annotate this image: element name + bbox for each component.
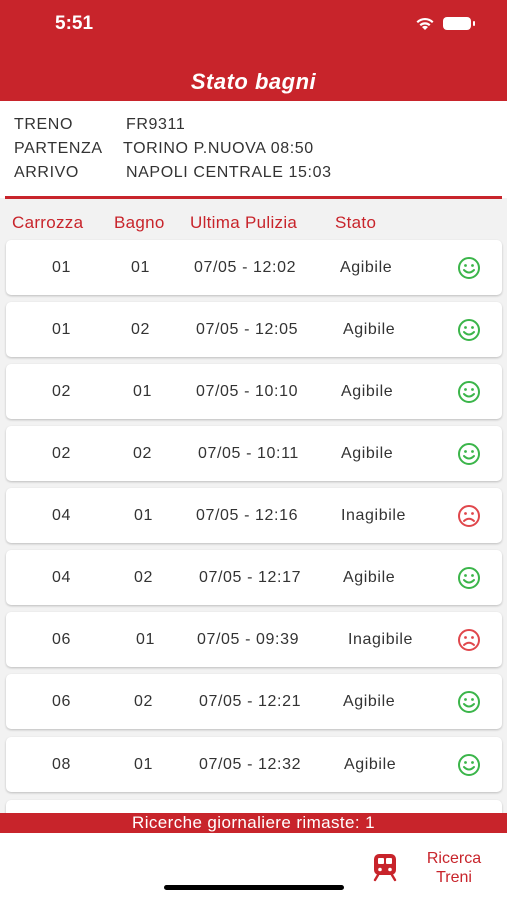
frown-icon xyxy=(458,629,480,651)
column-header-bathroom: Bagno xyxy=(114,213,165,232)
column-header-carriage: Carrozza xyxy=(12,213,84,232)
bathroom-cell: 02 xyxy=(133,445,152,462)
bathroom-list[interactable]: 01 01 07/05 - 12:02 Agibile 01 02 07/05 … xyxy=(0,236,507,813)
status-cell: Agibile xyxy=(341,383,394,400)
smile-icon xyxy=(458,319,480,341)
smile-icon xyxy=(458,691,480,713)
search-trains-label: Ricerca Treni xyxy=(415,849,493,887)
smile-icon xyxy=(458,257,480,279)
list-item[interactable]: 04 02 07/05 - 12:17 Agibile xyxy=(6,550,502,605)
app-header: 5:51 Stato bagni xyxy=(0,0,507,101)
last-cleaning-cell: 07/05 - 12:02 xyxy=(194,259,297,276)
remaining-searches-banner: Ricerche giornaliere rimaste: 1 xyxy=(0,813,507,833)
list-item[interactable]: 06 02 07/05 - 12:21 Agibile xyxy=(6,674,502,729)
list-item[interactable]: 01 01 07/05 - 12:02 Agibile xyxy=(6,240,502,295)
bathroom-cell: 01 xyxy=(134,756,153,773)
smile-icon xyxy=(458,567,480,589)
smile-icon xyxy=(458,443,480,465)
departure-row: PARTENZA TORINO P.NUOVA 08:50 xyxy=(14,140,313,158)
status-cell: Inagibile xyxy=(348,631,414,648)
column-header-status: Stato xyxy=(335,213,377,232)
status-cell: Agibile xyxy=(343,569,396,586)
status-cell: Agibile xyxy=(344,756,397,773)
list-item[interactable]: 06 01 07/05 - 09:39 Inagibile xyxy=(6,612,502,667)
train-label: TRENO xyxy=(14,116,73,133)
search-trains-label-line1: Ricerca xyxy=(426,850,482,867)
last-cleaning-cell: 07/05 - 12:17 xyxy=(199,569,302,586)
status-cell: Agibile xyxy=(343,321,396,338)
status-bar-time: 5:51 xyxy=(55,13,94,34)
last-cleaning-cell: 07/05 - 12:21 xyxy=(199,693,302,710)
departure-value: TORINO P.NUOVA 08:50 xyxy=(123,140,314,157)
status-cell: Agibile xyxy=(343,693,396,710)
page-title: Stato bagni xyxy=(190,69,317,94)
carriage-cell: 01 xyxy=(52,321,71,338)
wifi-icon xyxy=(416,17,434,30)
smile-icon xyxy=(458,381,480,403)
train-number: FR9311 xyxy=(126,116,186,133)
arrival-label: ARRIVO xyxy=(14,164,79,181)
last-cleaning-cell: 07/05 - 09:39 xyxy=(197,631,300,648)
status-bar-icons xyxy=(415,15,475,31)
bathroom-cell: 01 xyxy=(134,507,153,524)
list-item[interactable]: 02 02 07/05 - 10:11 Agibile xyxy=(6,426,502,481)
status-cell: Agibile xyxy=(341,445,394,462)
bathroom-cell: 01 xyxy=(131,259,150,276)
carriage-cell: 06 xyxy=(52,693,71,710)
last-cleaning-cell: 07/05 - 12:32 xyxy=(199,756,302,773)
last-cleaning-cell: 07/05 - 10:10 xyxy=(196,383,299,400)
train-icon xyxy=(373,854,397,882)
bathroom-cell: 02 xyxy=(134,569,153,586)
departure-label: PARTENZA xyxy=(14,140,103,157)
column-header-last-cleaning: Ultima Pulizia xyxy=(190,213,298,232)
battery-icon xyxy=(443,16,475,30)
last-cleaning-cell: 07/05 - 10:11 xyxy=(198,445,299,462)
carriage-cell: 01 xyxy=(52,259,71,276)
carriage-cell: 04 xyxy=(52,569,71,586)
list-item[interactable] xyxy=(6,800,502,813)
list-item[interactable]: 02 01 07/05 - 10:10 Agibile xyxy=(6,364,502,419)
home-indicator[interactable] xyxy=(164,885,344,890)
carriage-cell: 04 xyxy=(52,507,71,524)
arrival-row: ARRIVO NAPOLI CENTRALE 15:03 xyxy=(14,164,331,182)
status-cell: Agibile xyxy=(340,259,393,276)
train-row: TRENO FR9311 xyxy=(14,116,185,134)
list-item[interactable]: 04 01 07/05 - 12:16 Inagibile xyxy=(6,488,502,543)
carriage-cell: 02 xyxy=(52,445,71,462)
status-cell: Inagibile xyxy=(341,507,407,524)
carriage-cell: 02 xyxy=(52,383,71,400)
arrival-value: NAPOLI CENTRALE 15:03 xyxy=(126,164,332,181)
last-cleaning-cell: 07/05 - 12:16 xyxy=(196,507,299,524)
search-trains-label-line2: Treni xyxy=(436,869,472,886)
bathroom-cell: 01 xyxy=(136,631,155,648)
list-item[interactable]: 08 01 07/05 - 12:32 Agibile xyxy=(6,737,502,792)
frown-icon xyxy=(458,505,480,527)
header-divider xyxy=(5,196,502,199)
smile-icon xyxy=(458,754,480,776)
train-info-panel: TRENO FR9311 PARTENZA TORINO P.NUOVA 08:… xyxy=(0,101,507,198)
list-item[interactable]: 01 02 07/05 - 12:05 Agibile xyxy=(6,302,502,357)
search-trains-tab[interactable]: Ricerca Treni xyxy=(360,843,500,893)
bathroom-cell: 01 xyxy=(133,383,152,400)
carriage-cell: 06 xyxy=(52,631,71,648)
carriage-cell: 08 xyxy=(52,756,71,773)
bathroom-cell: 02 xyxy=(134,693,153,710)
last-cleaning-cell: 07/05 - 12:05 xyxy=(196,321,299,338)
bathroom-cell: 02 xyxy=(131,321,150,338)
